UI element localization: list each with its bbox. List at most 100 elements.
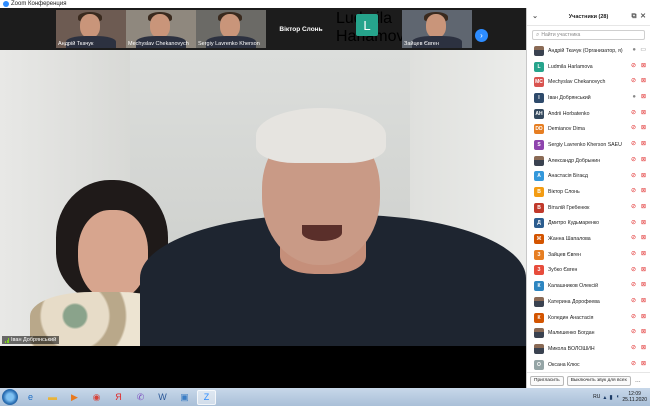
yandex-icon[interactable]: Я: [109, 390, 128, 405]
zoom-logo-icon: [3, 1, 9, 7]
image-viewer-icon[interactable]: ▣: [175, 390, 194, 405]
participant-man-hair: [256, 108, 386, 163]
camera-off-icon[interactable]: ⊠: [641, 94, 646, 101]
mic-muted-icon[interactable]: ⊘: [631, 188, 636, 195]
zoom-icon[interactable]: Z: [197, 389, 216, 405]
mic-muted-icon[interactable]: ⊘: [631, 345, 636, 352]
camera-off-icon[interactable]: ⊠: [641, 298, 646, 305]
video-thumbnail[interactable]: Андрій Ткачук: [56, 10, 126, 48]
mic-muted-icon[interactable]: ⊘: [631, 282, 636, 289]
mic-muted-icon[interactable]: ⊘: [631, 329, 636, 336]
video-thumbnail[interactable]: Sergiy Lavrenko Kherson: [196, 10, 266, 48]
pop-out-icon[interactable]: ⧉: [630, 13, 638, 21]
camera-off-icon[interactable]: ⊠: [641, 282, 646, 289]
mic-icon[interactable]: ●: [632, 47, 636, 54]
video-thumbnail-name-only[interactable]: Віктор Слонь: [266, 10, 336, 48]
camera-off-icon[interactable]: ⊠: [641, 314, 646, 321]
participant-row[interactable]: І Іван Добрянський ● ⊠: [527, 90, 650, 106]
participant-row[interactable]: К Калашников Олексій ⊘ ⊠: [527, 278, 650, 294]
participant-row[interactable]: З Зубко Євген ⊘ ⊠: [527, 263, 650, 279]
mic-muted-icon[interactable]: ⊘: [631, 220, 636, 227]
video-thumbnail[interactable]: Зайцев Євген: [402, 10, 472, 48]
camera-off-icon[interactable]: ⊠: [641, 329, 646, 336]
participant-row[interactable]: L Ludmila Harlamova ⊘ ⊠: [527, 59, 650, 75]
camera-off-icon[interactable]: ⊠: [641, 125, 646, 132]
participant-name: Іван Добрянський: [548, 94, 591, 101]
mic-icon[interactable]: ●: [632, 94, 636, 101]
participant-row[interactable]: DD Demianov Dima ⊘ ⊠: [527, 121, 650, 137]
camera-off-icon[interactable]: ⊠: [641, 251, 646, 258]
participant-row[interactable]: З Зайцев Євген ⊘ ⊠: [527, 247, 650, 263]
mic-muted-icon[interactable]: ⊘: [631, 63, 636, 70]
mic-muted-icon[interactable]: ⊘: [631, 267, 636, 274]
participants-panel: ⌄ Участники (28) ⧉ ✕ ⌕ Найти участника А…: [526, 8, 650, 388]
video-thumbnail[interactable]: Mechyslav Chekanovych: [126, 10, 196, 48]
participant-row[interactable]: MC Mechyslav Chekanovych ⊘ ⊠: [527, 74, 650, 90]
participant-row[interactable]: А Анастасія Бігаєд ⊘ ⊠: [527, 169, 650, 185]
participant-row[interactable]: В Віталій Гребенюк ⊘ ⊠: [527, 200, 650, 216]
participant-row[interactable]: AH Andrii Horbatenko ⊘ ⊠: [527, 106, 650, 122]
participant-row[interactable]: В Віктор Слонь ⊘ ⊠: [527, 184, 650, 200]
mic-muted-icon[interactable]: ⊘: [631, 251, 636, 258]
mic-muted-icon[interactable]: ⊘: [631, 235, 636, 242]
camera-off-icon[interactable]: ⊠: [641, 110, 646, 117]
word-icon[interactable]: W: [153, 390, 172, 405]
camera-off-icon[interactable]: ⊠: [641, 204, 646, 211]
mic-muted-icon[interactable]: ⊘: [631, 141, 636, 148]
camera-icon[interactable]: ▭: [640, 47, 646, 54]
mic-muted-icon[interactable]: ⊘: [631, 361, 636, 368]
mic-muted-icon[interactable]: ⊘: [631, 125, 636, 132]
search-input[interactable]: ⌕ Найти участника: [532, 30, 645, 40]
mic-muted-icon[interactable]: ⊘: [631, 204, 636, 211]
participant-row[interactable]: Андрій Ткачук (Организатор, я) ● ▭: [527, 43, 650, 59]
tray-arrow-icon[interactable]: ▴: [603, 394, 606, 401]
participant-row[interactable]: S Sergiy Lavrenko Kherson SAEU ⊘ ⊠: [527, 137, 650, 153]
next-page-arrow-icon[interactable]: ›: [475, 29, 488, 42]
participants-title: Участники (28): [568, 13, 609, 20]
mute-all-button[interactable]: Выключить звук для всех: [566, 375, 631, 386]
video-thumbnail-avatar[interactable]: L Ludmila Harlamova: [336, 10, 413, 48]
camera-off-icon[interactable]: ⊠: [641, 361, 646, 368]
mic-muted-icon[interactable]: ⊘: [631, 173, 636, 180]
mic-muted-icon[interactable]: ⊘: [631, 314, 636, 321]
participant-name: Віталій Гребенюк: [548, 204, 590, 211]
invite-button[interactable]: Пригласить: [530, 375, 564, 386]
participant-row[interactable]: О Оксана Клюс ⊘ ⊠: [527, 357, 650, 373]
camera-off-icon[interactable]: ⊠: [641, 267, 646, 274]
mic-muted-icon[interactable]: ⊘: [631, 298, 636, 305]
camera-off-icon[interactable]: ⊠: [641, 220, 646, 227]
camera-off-icon[interactable]: ⊠: [641, 188, 646, 195]
viber-icon[interactable]: ✆: [131, 390, 150, 405]
folder-icon[interactable]: ▬: [43, 390, 62, 405]
mic-muted-icon[interactable]: ⊘: [631, 157, 636, 164]
ie-icon[interactable]: e: [21, 390, 40, 405]
participant-row[interactable]: Александр Добрынин ⊘ ⊠: [527, 153, 650, 169]
avatar: І: [534, 92, 544, 103]
close-icon[interactable]: ✕: [639, 13, 647, 21]
participant-row[interactable]: Д Дмитро Кудьмаренко ⊘ ⊠: [527, 216, 650, 232]
start-button[interactable]: [2, 389, 18, 405]
collapse-chevron-icon[interactable]: ⌄: [531, 13, 539, 21]
participant-row[interactable]: Малишенко Богдан ⊘ ⊠: [527, 325, 650, 341]
camera-off-icon[interactable]: ⊠: [641, 78, 646, 85]
participant-row[interactable]: Катерина Дорофеева ⊘ ⊠: [527, 294, 650, 310]
thumbnail-name: Віктор Слонь: [279, 25, 323, 33]
media-player-icon[interactable]: ▶: [65, 390, 84, 405]
camera-off-icon[interactable]: ⊠: [641, 345, 646, 352]
camera-off-icon[interactable]: ⊠: [641, 157, 646, 164]
camera-off-icon[interactable]: ⊠: [641, 235, 646, 242]
clock[interactable]: 12:09 25.11.2020: [622, 391, 647, 403]
camera-off-icon[interactable]: ⊠: [641, 173, 646, 180]
participant-row[interactable]: Ж Жанна Шапалова ⊘ ⊠: [527, 231, 650, 247]
language-indicator[interactable]: RU: [593, 394, 600, 400]
network-icon[interactable]: ▮: [609, 394, 612, 401]
camera-off-icon[interactable]: ⊠: [641, 141, 646, 148]
participant-row[interactable]: К Коледин Анастасія ⊘ ⊠: [527, 310, 650, 326]
more-options-icon[interactable]: …: [635, 378, 641, 384]
chrome-icon[interactable]: ◉: [87, 390, 106, 405]
camera-off-icon[interactable]: ⊠: [641, 63, 646, 70]
participant-row[interactable]: Микола ВОЛОШИН ⊘ ⊠: [527, 341, 650, 357]
mic-muted-icon[interactable]: ⊘: [631, 110, 636, 117]
mic-muted-icon[interactable]: ⊘: [631, 78, 636, 85]
volume-icon[interactable]: ◖: [616, 394, 620, 400]
